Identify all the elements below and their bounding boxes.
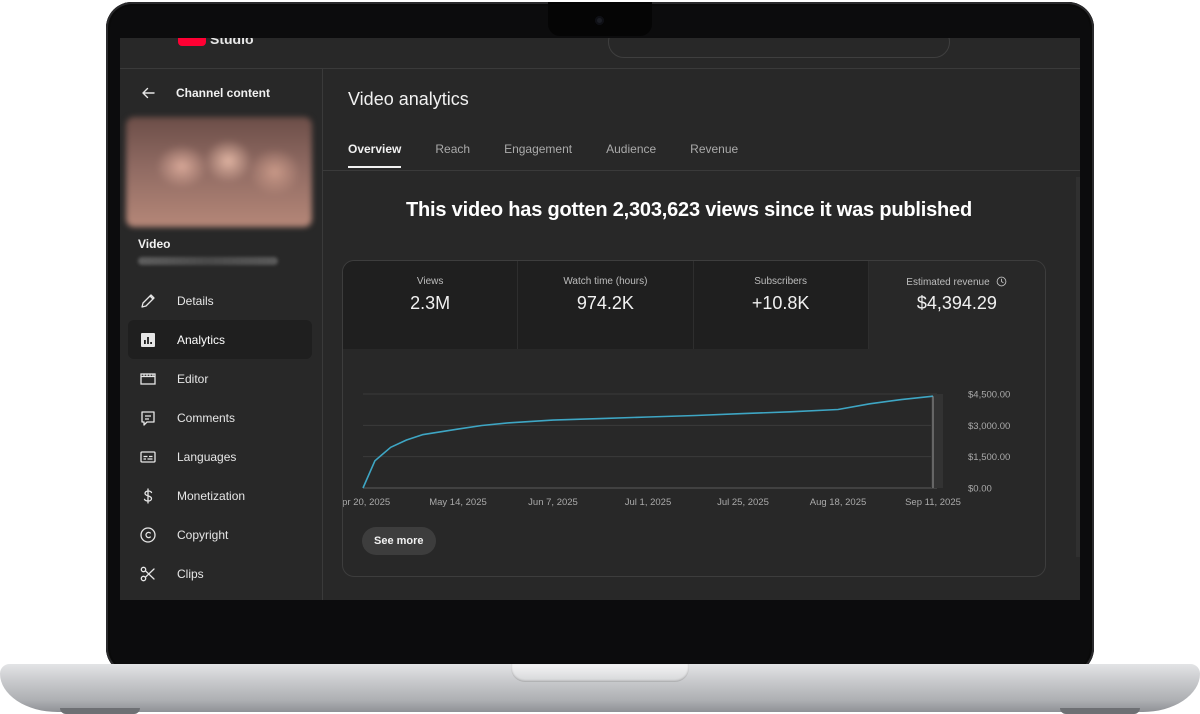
arrow-left-icon[interactable] (140, 85, 156, 101)
sidebar-item-label: Copyright (177, 527, 229, 542)
sidebar-item-label: Details (177, 293, 214, 308)
back-to-channel-content[interactable]: Channel content (140, 83, 270, 103)
x-tick-label: Jul 1, 2025 (625, 497, 671, 508)
overview-card: Views 2.3M Watch time (hours) 974.2K Sub… (342, 260, 1046, 577)
y-tick-label: $1,500.00 (968, 452, 1010, 463)
copyright-icon (140, 526, 156, 543)
sidebar-item-details[interactable]: Details (128, 281, 312, 320)
main-content: Video analytics Overview Reach Engagemen… (323, 69, 1080, 600)
tab-audience[interactable]: Audience (606, 142, 656, 168)
y-tick-label: $3,000.00 (968, 421, 1010, 432)
x-tick-label: Aug 18, 2025 (810, 497, 867, 508)
kpi-label: Watch time (hours) (563, 276, 648, 287)
x-tick-label: Jun 7, 2025 (528, 497, 578, 508)
laptop-hinge-notch (511, 664, 689, 682)
kpi-label: Subscribers (754, 276, 808, 287)
tab-overview[interactable]: Overview (348, 142, 402, 168)
sidebar-item-monetization[interactable]: Monetization (128, 476, 312, 515)
x-tick-label: Sep 11, 2025 (905, 497, 961, 508)
kpi-value: $4,394.29 (916, 293, 997, 313)
kpi-views[interactable]: Views 2.3M (343, 261, 519, 349)
scrollbar[interactable] (1076, 177, 1080, 557)
film-icon (140, 372, 156, 385)
subtitles-icon (140, 450, 156, 463)
studio-logo-text: Studio (210, 38, 254, 47)
video-thumbnail[interactable] (126, 117, 312, 227)
studio-logo-icon[interactable] (178, 38, 206, 46)
sidebar-item-comments[interactable]: Comments (128, 398, 312, 437)
kpi-value: 2.3M (410, 293, 451, 313)
x-tick-label: Jul 25, 2025 (717, 497, 769, 508)
sidebar-item-label: Monetization (177, 488, 246, 503)
page-title: Video analytics (348, 89, 469, 109)
screen: Studio Channel content Video Details Ana… (120, 38, 1080, 600)
sidebar-item-editor[interactable]: Editor (128, 359, 312, 398)
tabs-divider (323, 170, 1080, 171)
sidebar-item-languages[interactable]: Languages (128, 437, 312, 476)
kpi-watch-time[interactable]: Watch time (hours) 974.2K (518, 261, 694, 349)
kpi-label-text: Estimated revenue (906, 277, 990, 288)
revenue-chart[interactable]: $0.00 $1,500.00 $3,000.00 $4,500.00 Apr 20, … (343, 361, 1045, 521)
kpi-subscribers[interactable]: Subscribers +10.8K (693, 261, 869, 349)
tab-revenue[interactable]: Revenue (690, 142, 738, 168)
y-tick-label: $4,500.00 (968, 390, 1010, 401)
x-tick-label: Apr 20, 2025 (343, 497, 390, 508)
video-title-redacted (138, 257, 278, 265)
sidebar-nav: Details Analytics Editor Comments Langua… (128, 281, 312, 593)
kpi-label: Views (416, 276, 444, 287)
analytics-tabs: Overview Reach Engagement Audience Reven… (348, 142, 772, 168)
top-bar: Studio (120, 38, 1080, 69)
sidebar-item-clips[interactable]: Clips (128, 554, 312, 593)
dollar-icon (143, 487, 153, 504)
scissors-icon (140, 566, 155, 581)
analytics-icon (141, 332, 155, 347)
sidebar: Channel content Video Details Analytics (120, 69, 323, 600)
kpi-label: Estimated revenue (869, 276, 1045, 288)
tab-engagement[interactable]: Engagement (504, 142, 572, 168)
webcam-icon (595, 16, 604, 25)
laptop-foot-left (60, 708, 140, 714)
clock-icon (997, 276, 1007, 287)
laptop-foot-right (1060, 708, 1140, 714)
sidebar-item-label: Editor (177, 371, 209, 386)
sidebar-item-copyright[interactable]: Copyright (128, 515, 312, 554)
sidebar-item-label: Comments (177, 410, 236, 425)
kpi-value: 974.2K (576, 293, 634, 313)
views-headline: This video has gotten 2,303,623 views si… (406, 199, 972, 221)
kpi-value: +10.8K (751, 293, 810, 313)
sidebar-item-label: Analytics (177, 332, 226, 347)
video-label: Video (138, 237, 171, 251)
series-line (362, 395, 934, 489)
comments-icon (141, 410, 155, 426)
back-label: Channel content (176, 86, 271, 100)
kpi-row: Views 2.3M Watch time (hours) 974.2K Sub… (343, 261, 1045, 349)
x-tick-label: May 14, 2025 (429, 497, 487, 508)
sidebar-item-label: Languages (177, 449, 237, 464)
tab-reach[interactable]: Reach (435, 142, 470, 168)
y-tick-label: $0.00 (968, 484, 992, 495)
search-input[interactable] (608, 38, 950, 58)
kpi-estimated-revenue[interactable]: Estimated revenue $4,394.29 (868, 261, 1045, 349)
sidebar-item-label: Clips (177, 566, 204, 581)
pencil-icon (141, 293, 155, 308)
see-more-button[interactable]: See more (362, 527, 436, 555)
sidebar-item-analytics[interactable]: Analytics (128, 320, 312, 359)
